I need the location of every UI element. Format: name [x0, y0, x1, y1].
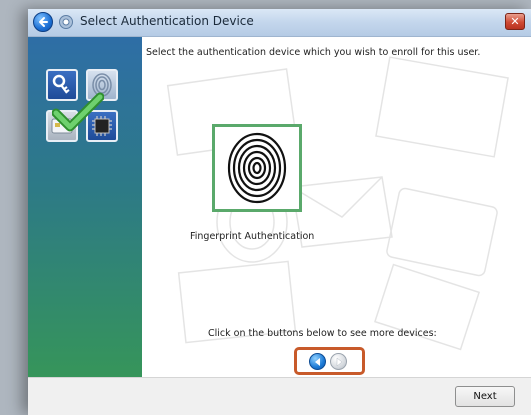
- sidebar-banner: [28, 37, 142, 377]
- close-button[interactable]: ✕: [505, 13, 525, 30]
- fingerprint-icon: [227, 132, 287, 204]
- right-arrow-icon: [336, 357, 343, 367]
- back-button[interactable]: [33, 12, 53, 32]
- gear-icon: [59, 15, 73, 29]
- footer-bar: Next: [28, 377, 531, 415]
- previous-device-button[interactable]: [309, 353, 326, 370]
- more-devices-text: Click on the buttons below to see more d…: [208, 328, 437, 339]
- title-bar: Select Authentication Device ✕: [28, 9, 531, 37]
- checkmark-icon: [52, 92, 104, 132]
- device-label: Fingerprint Authentication: [190, 231, 315, 242]
- main-panel: Select the authentication device which y…: [142, 37, 531, 377]
- fingerprint-device-option[interactable]: [212, 124, 302, 212]
- left-arrow-icon: [315, 358, 320, 366]
- next-button[interactable]: Next: [455, 386, 515, 407]
- window-title: Select Authentication Device: [80, 14, 254, 28]
- device-navigation: [294, 347, 365, 375]
- background-illustration: [166, 56, 509, 351]
- dialog-window: Select Authentication Device ✕ Select th…: [28, 9, 531, 415]
- close-icon: ✕: [510, 15, 520, 28]
- back-arrow-icon: [39, 17, 48, 27]
- instruction-text: Select the authentication device which y…: [146, 47, 481, 58]
- next-device-button[interactable]: [330, 353, 347, 370]
